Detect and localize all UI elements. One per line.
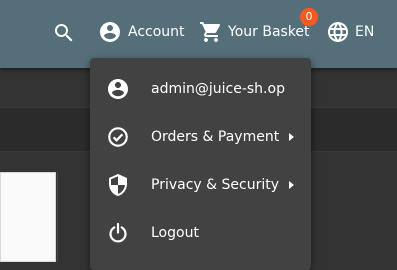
account-circle-icon <box>106 77 130 101</box>
account-circle-icon <box>98 20 122 44</box>
search-icon[interactable] <box>52 21 76 45</box>
menu-item-label: Logout <box>151 225 199 241</box>
language-label: EN <box>355 24 375 40</box>
menu-item-label: admin@juice-sh.op <box>151 81 285 97</box>
account-label: Account <box>128 24 185 40</box>
power-icon <box>106 221 130 245</box>
basket-count-badge: 0 <box>300 8 318 26</box>
menu-item-privacy-security[interactable]: Privacy & Security <box>90 161 311 209</box>
submenu-arrow-icon <box>289 181 294 189</box>
account-button[interactable]: Account <box>98 20 185 44</box>
language-button[interactable]: EN <box>326 20 374 44</box>
menu-item-label: Orders & Payment <box>151 129 280 145</box>
basket-label: Your Basket <box>228 24 310 40</box>
menu-item-user-email[interactable]: admin@juice-sh.op <box>90 65 311 113</box>
language-globe-icon <box>326 20 350 44</box>
account-dropdown-menu: admin@juice-sh.op Orders & Payment Priva… <box>90 58 311 270</box>
menu-item-logout[interactable]: Logout <box>90 209 311 257</box>
panel-divider <box>57 172 58 262</box>
content-panel <box>0 172 56 262</box>
shield-icon <box>106 173 130 197</box>
menu-item-orders-payment[interactable]: Orders & Payment <box>90 113 311 161</box>
check-circle-icon <box>106 125 130 149</box>
submenu-arrow-icon <box>289 133 294 141</box>
basket-button[interactable]: Your Basket <box>199 20 310 44</box>
menu-item-label: Privacy & Security <box>151 177 279 193</box>
shopping-cart-icon <box>199 20 223 44</box>
